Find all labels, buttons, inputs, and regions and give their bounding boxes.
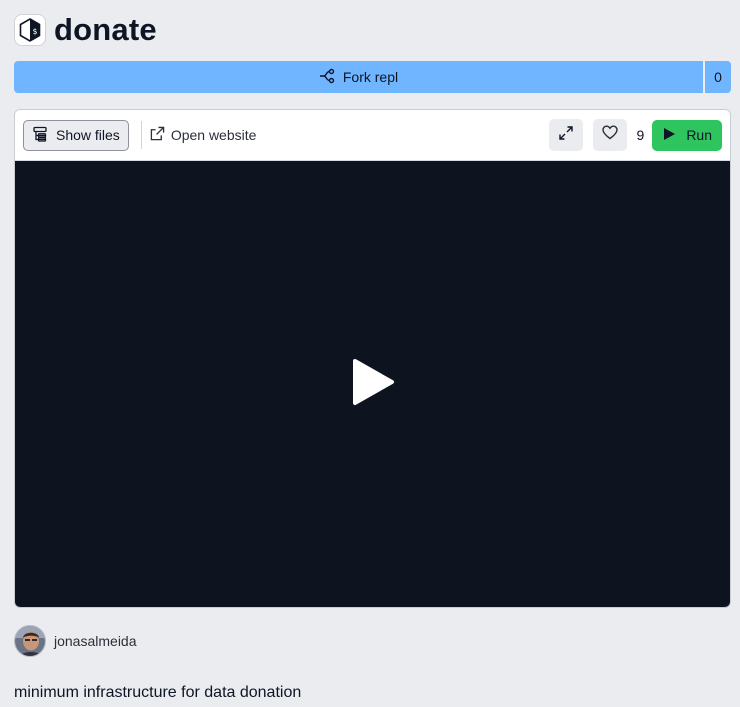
- open-website-link[interactable]: Open website: [150, 126, 257, 144]
- open-website-label: Open website: [170, 127, 257, 143]
- fork-repl-label: Fork repl: [342, 69, 399, 85]
- fork-bar: Fork repl 0: [14, 61, 731, 93]
- avatar[interactable]: [14, 625, 46, 657]
- toolbar-divider: [140, 121, 142, 149]
- repl-header: $ donate: [14, 12, 157, 48]
- external-link-icon: [150, 126, 165, 144]
- page-title: donate: [54, 12, 157, 47]
- like-button[interactable]: [592, 119, 627, 151]
- play-icon: [662, 127, 676, 144]
- repl-description: minimum infrastructure for data donation: [14, 684, 302, 701]
- show-files-label: Show files: [56, 127, 120, 143]
- files-icon: [32, 126, 48, 145]
- preview-toolbar: Show files Open website 9 Run: [15, 110, 730, 161]
- show-files-button[interactable]: Show files: [23, 119, 129, 151]
- run-button[interactable]: Run: [652, 119, 722, 151]
- preview-area[interactable]: [15, 161, 730, 607]
- like-count: 9: [636, 127, 645, 143]
- bash-repl-icon: $: [14, 14, 46, 46]
- play-icon[interactable]: [351, 358, 395, 411]
- repl-preview-card: Show files Open website 9 Run: [14, 109, 731, 608]
- fork-count: 0: [705, 61, 731, 93]
- author-info: jonasalmeida: [14, 625, 137, 657]
- expand-button[interactable]: [548, 119, 583, 151]
- run-label: Run: [686, 127, 712, 143]
- fork-repl-button[interactable]: Fork repl: [14, 61, 703, 93]
- fork-icon: [319, 68, 335, 87]
- heart-icon: [601, 125, 618, 145]
- author-name[interactable]: jonasalmeida: [54, 633, 137, 649]
- svg-text:$: $: [33, 27, 38, 36]
- expand-icon: [558, 125, 573, 145]
